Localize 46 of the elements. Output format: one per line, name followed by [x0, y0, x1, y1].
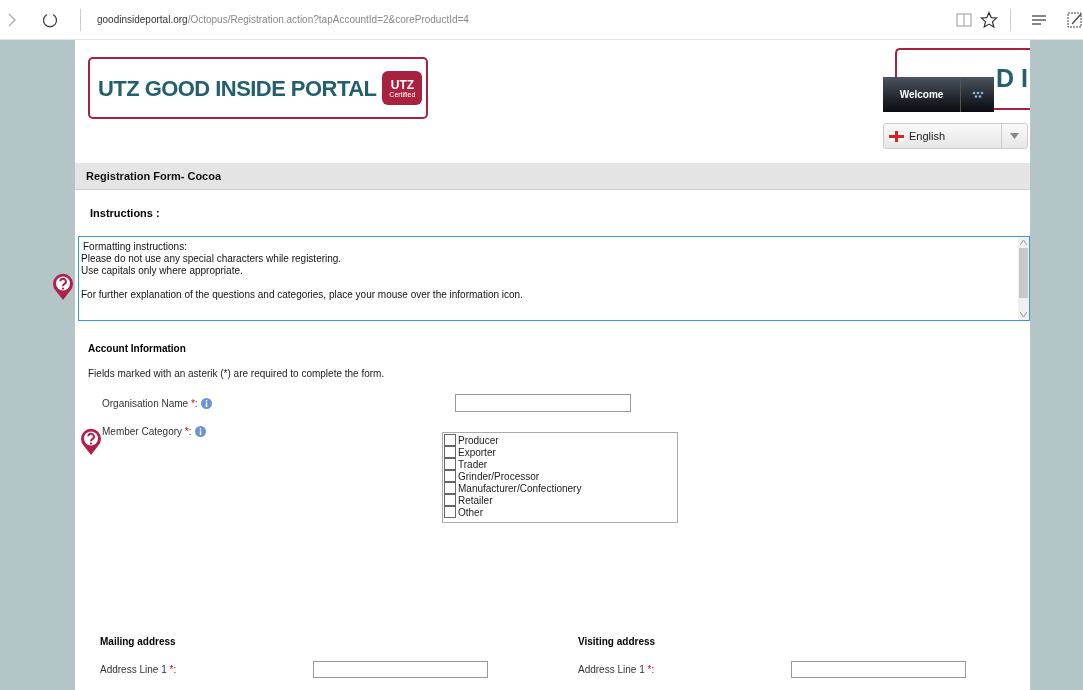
- language-select[interactable]: English: [883, 123, 1028, 149]
- checkbox[interactable]: [444, 470, 456, 482]
- field-label: Organisation Name *:: [102, 396, 198, 411]
- section-heading: Account Information: [88, 342, 187, 356]
- organisation-field[interactable]: [455, 394, 631, 412]
- checkbox-label: Grinder/Processor: [458, 471, 540, 482]
- address-bar[interactable]: goodinsideportal.org/Octopus/Registration.action?tapAccountId=2&coreProductId=4: [97, 12, 469, 27]
- checkbox[interactable]: [444, 482, 456, 494]
- field-label: Address Line 1 *:: [578, 663, 656, 677]
- section-heading: Visiting address: [578, 635, 657, 649]
- info-icon[interactable]: [194, 426, 206, 437]
- category-list[interactable]: Producer Exporter Trader Grinder/Processor Manufacturer/Confectionery Retailer Other: [442, 432, 678, 523]
- form-title: Registration Form- Cocoa: [86, 168, 222, 184]
- checkbox-label: Exporter: [458, 447, 496, 458]
- checkbox-label: Producer: [458, 435, 499, 446]
- instruction-line: Formatting instructions:: [82, 241, 188, 253]
- checkbox-label: Trader: [458, 459, 488, 470]
- flag-icon: [889, 130, 904, 142]
- help-marker-icon[interactable]: [80, 428, 102, 456]
- checkbox-label: Manufacturer/Confectionery: [458, 483, 582, 494]
- refresh-icon[interactable]: [42, 11, 58, 28]
- note-icon[interactable]: [1067, 10, 1083, 29]
- required-note: Fields marked with an asterik (*) are required to complete the form.: [88, 367, 386, 381]
- checkbox-label: Other: [458, 507, 483, 518]
- instruction-line: Use capitals only where appropriate.: [81, 265, 244, 277]
- checkbox[interactable]: [444, 458, 456, 470]
- field-label: Address Line 1 *:: [100, 663, 178, 677]
- address-field[interactable]: [313, 661, 488, 678]
- address-field[interactable]: [791, 661, 966, 678]
- star-icon[interactable]: [980, 10, 998, 29]
- instruction-line: Please do not use any special characters while registering.: [81, 253, 343, 265]
- help-marker-icon[interactable]: [52, 273, 74, 301]
- dropdown-icon[interactable]: [971, 90, 984, 99]
- checkbox[interactable]: [444, 446, 456, 458]
- checkbox-label: Retailer: [458, 495, 493, 506]
- section-heading: Mailing address: [100, 635, 177, 649]
- instructions-box[interactable]: [78, 236, 1030, 321]
- field-label: Member Category *:: [102, 425, 192, 439]
- menu-icon[interactable]: [1031, 13, 1047, 26]
- info-icon[interactable]: [200, 397, 212, 409]
- caret-icon: [1010, 133, 1019, 139]
- section-label: Instructions :: [90, 205, 160, 221]
- checkbox[interactable]: [444, 434, 456, 446]
- instruction-line: For further explanation of the questions and categories, place your mouse over the information icon.: [81, 289, 524, 301]
- checkbox[interactable]: [444, 506, 456, 518]
- checkbox[interactable]: [444, 494, 456, 506]
